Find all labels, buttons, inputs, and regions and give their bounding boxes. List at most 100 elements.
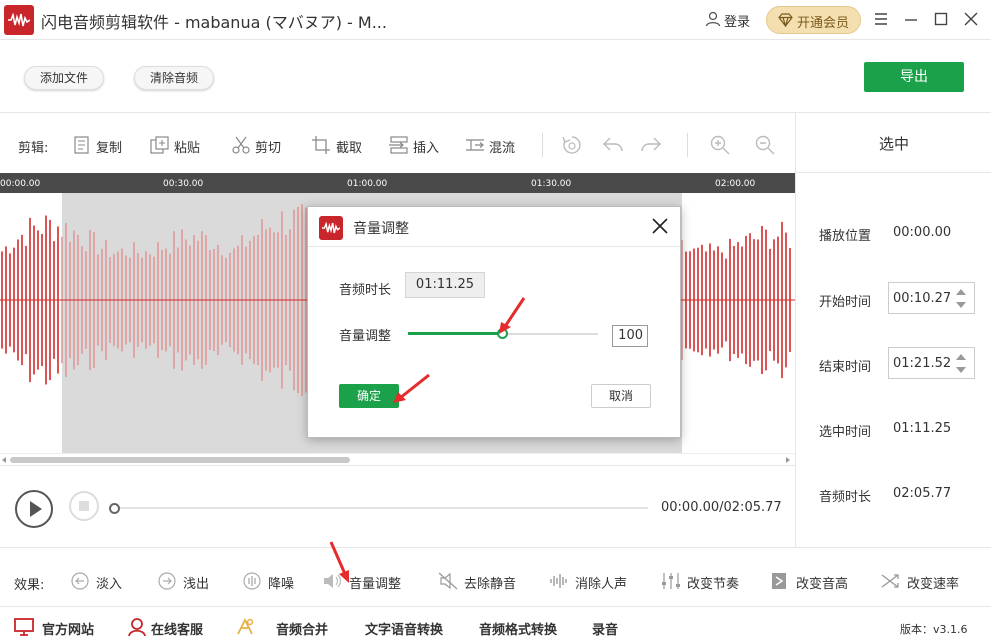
- redo-icon[interactable]: [640, 135, 662, 155]
- volume-adjust-label: 音量调整: [349, 577, 402, 592]
- zoom-in-icon[interactable]: [710, 135, 730, 155]
- crop-label: 截取: [336, 141, 363, 156]
- audio-merge-link[interactable]: 音频合并: [276, 619, 328, 638]
- edit-toolbar: 剪辑: 复制 粘贴 剪切 截取 插入 混流: [0, 113, 795, 173]
- version-label: 版本：v3.1.6: [900, 623, 968, 636]
- copy-icon: [74, 136, 89, 154]
- insert-label: 插入: [413, 141, 440, 156]
- volume-value-input[interactable]: 100: [612, 325, 648, 347]
- scroll-thumb[interactable]: [10, 457, 350, 463]
- selected-time-label: 选中时间: [819, 425, 872, 440]
- app-logo-icon: [319, 216, 343, 240]
- annotation-arrow: [499, 297, 526, 334]
- tts-link[interactable]: 文字语音转换: [365, 619, 443, 638]
- remove-silence-label: 去除静音: [464, 577, 517, 592]
- remove-vocals-label: 消除人声: [575, 577, 628, 592]
- diamond-icon: [778, 13, 793, 27]
- app-logo-icon: [4, 5, 34, 35]
- horizontal-scrollbar[interactable]: [0, 453, 795, 465]
- duration-label: 音频时长: [339, 283, 392, 298]
- minimize-icon[interactable]: [902, 10, 920, 28]
- shuffle-icon: [881, 574, 899, 588]
- copy-label: 复制: [96, 141, 123, 156]
- cut-button[interactable]: 剪切: [231, 136, 291, 156]
- selected-time-value: 01:11.25: [893, 421, 952, 436]
- scroll-right-icon[interactable]: [784, 456, 792, 464]
- playback-knob[interactable]: [109, 503, 120, 514]
- login-button[interactable]: 登录: [724, 11, 750, 30]
- insert-icon: [389, 136, 408, 154]
- end-time-input[interactable]: 01:21.52: [888, 347, 975, 379]
- close-icon[interactable]: [962, 10, 980, 28]
- play-position-label: 播放位置: [819, 229, 872, 244]
- start-time-input[interactable]: 00:10.27: [888, 282, 975, 314]
- volume-dialog: 音量调整 音频时长 01:11.25 音量调整 100 确定 取消: [307, 206, 681, 438]
- support-agent-icon: [128, 618, 146, 637]
- fade-in-label: 淡入: [96, 577, 123, 592]
- start-time-label: 开始时间: [819, 295, 872, 310]
- ruler-tick: 01:00.00: [347, 179, 388, 189]
- annotation-arrow: [329, 541, 349, 583]
- effects-label: 效果:: [14, 578, 45, 593]
- end-time-value: 01:21.52: [893, 356, 952, 371]
- monitor-icon: [14, 618, 34, 636]
- stop-button[interactable]: [69, 491, 99, 521]
- ruler-tick: 00:00.00: [0, 179, 41, 189]
- copy-button[interactable]: 复制: [72, 136, 132, 156]
- maximize-icon[interactable]: [932, 10, 950, 28]
- pitch-icon: [772, 573, 786, 589]
- spin-down-icon[interactable]: [956, 302, 966, 308]
- menu-icon[interactable]: [872, 10, 890, 28]
- paste-icon: [150, 136, 169, 154]
- paste-button[interactable]: 粘贴: [150, 136, 210, 156]
- official-site-link[interactable]: 官方网站: [42, 619, 94, 638]
- mix-icon: [466, 139, 484, 151]
- vip-label: 开通会员: [797, 16, 850, 31]
- crop-button[interactable]: 截取: [312, 136, 372, 156]
- zoom-out-icon[interactable]: [755, 135, 775, 155]
- export-button[interactable]: 导出: [864, 62, 964, 92]
- playback-progress[interactable]: [118, 507, 648, 509]
- online-service-link[interactable]: 在线客服: [151, 619, 203, 638]
- ruler-tick: 01:30.00: [531, 179, 572, 189]
- player-controls: 00:00.00/02:05.77: [0, 465, 795, 547]
- audio-duration-label: 音频时长: [819, 490, 872, 505]
- ruler-tick: 00:30.00: [163, 179, 204, 189]
- time-readout: 00:00.00/02:05.77: [661, 500, 782, 515]
- time-ruler[interactable]: 00:00.00 00:30.00 01:00.00 01:30.00 02:0…: [0, 173, 795, 193]
- user-icon[interactable]: [705, 11, 721, 27]
- vip-button[interactable]: 开通会员: [766, 6, 861, 34]
- dialog-close-icon[interactable]: [650, 216, 670, 236]
- insert-button[interactable]: 插入: [389, 136, 449, 156]
- play-position-value: 00:00.00: [893, 225, 952, 240]
- spin-up-icon[interactable]: [956, 289, 966, 295]
- spin-down-icon[interactable]: [956, 367, 966, 373]
- add-file-button[interactable]: 添加文件: [24, 66, 104, 90]
- dialog-title: 音量调整: [353, 221, 409, 237]
- volume-label: 音量调整: [339, 329, 392, 344]
- spin-up-icon[interactable]: [956, 354, 966, 360]
- format-convert-link[interactable]: 音频格式转换: [479, 619, 557, 638]
- start-time-value: 00:10.27: [893, 291, 952, 306]
- toolbar-divider: [542, 133, 543, 157]
- clear-audio-button[interactable]: 清除音频: [134, 66, 214, 90]
- fade-out-icon: [158, 572, 176, 590]
- reset-icon[interactable]: [562, 135, 582, 155]
- record-link[interactable]: 录音: [592, 619, 618, 638]
- crop-icon: [312, 136, 330, 154]
- window-title: 闪电音频剪辑软件 - mabanua (マバヌア) - M...: [41, 13, 387, 32]
- mix-button[interactable]: 混流: [465, 136, 525, 156]
- vocals-icon: [550, 574, 567, 588]
- change-tempo-label: 改变节奏: [687, 577, 740, 592]
- cancel-button[interactable]: 取消: [591, 384, 651, 408]
- play-button[interactable]: [15, 490, 53, 528]
- toolbar-divider: [687, 133, 688, 157]
- scroll-left-icon[interactable]: [0, 456, 8, 464]
- ok-button[interactable]: 确定: [339, 384, 399, 408]
- merge-icon: [237, 617, 254, 635]
- fade-in-icon: [71, 572, 89, 590]
- panel-title: 选中: [796, 113, 991, 173]
- denoise-icon: [243, 572, 261, 590]
- top-action-bar: 添加文件 清除音频 导出: [0, 41, 991, 113]
- undo-icon[interactable]: [602, 135, 624, 155]
